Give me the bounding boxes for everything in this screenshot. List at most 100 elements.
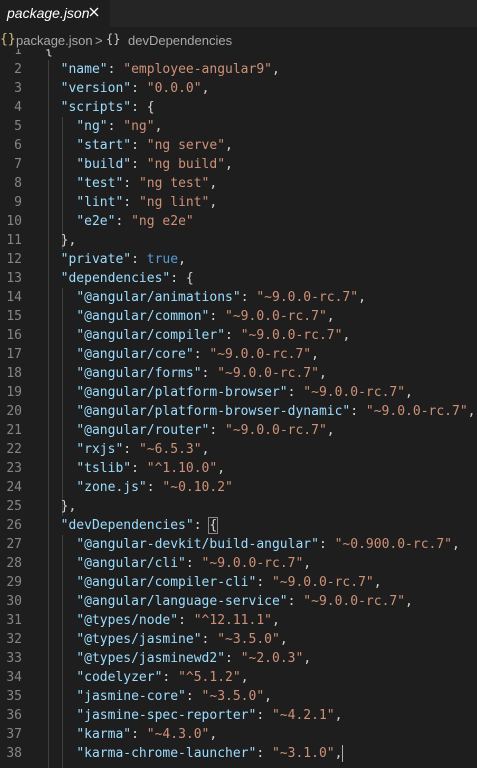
code-line[interactable]: 6 "start": "ng serve", <box>0 136 477 155</box>
code-line[interactable]: 11 }, <box>0 231 477 250</box>
code-token: : <box>240 290 257 305</box>
close-icon[interactable] <box>86 4 102 20</box>
line-number: 27 <box>6 537 22 552</box>
code-token: "~4.3.0" <box>146 727 210 742</box>
line-code: "e2e": "ng e2e" <box>45 212 193 231</box>
code-line[interactable]: 12 "private": true, <box>0 250 477 269</box>
code-token: , <box>318 366 327 381</box>
code-token: "^12.11.1" <box>193 613 272 628</box>
code-line[interactable]: 27 "@angular-devkit/build-angular": "~0.… <box>0 535 477 554</box>
code-line[interactable]: 15 "@angular/common": "~9.0.0-rc.7", <box>0 307 477 326</box>
code-token: "@angular/compiler" <box>76 328 226 343</box>
code-token: "0.0.0" <box>146 81 202 96</box>
code-token: : <box>193 518 210 533</box>
code-line[interactable]: 37 "karma": "~4.3.0", <box>0 725 477 744</box>
code-line[interactable]: 26 "devDependencies": { <box>0 516 477 535</box>
code-token: : <box>123 195 139 210</box>
code-token: , <box>225 157 233 172</box>
code-line[interactable]: 2 "name": "employee-angular9", <box>0 60 477 79</box>
code-token: , <box>201 81 210 96</box>
code-line[interactable]: 33 "@types/jasminewd2": "~2.0.3", <box>0 649 477 668</box>
code-token: , <box>342 328 351 343</box>
code-line[interactable]: 38 "karma-chrome-launcher": "~3.1.0", <box>0 744 477 763</box>
code-token: : <box>225 328 241 343</box>
line-code: "private": true, <box>45 250 186 269</box>
line-code: "jasmine-core": "~3.5.0", <box>45 687 272 706</box>
code-token: true <box>146 252 179 267</box>
line-code: "@angular/animations": "~9.0.0-rc.7", <box>45 288 366 307</box>
code-line[interactable]: 13 "dependencies": { <box>0 269 477 288</box>
code-token: "~9.0.0-rc.7" <box>303 385 406 400</box>
code-line[interactable]: 8 "test": "ng test", <box>0 174 477 193</box>
code-token: "~9.0.0-rc.7" <box>201 556 304 571</box>
breadcrumb-symbol[interactable]: devDependencies <box>128 33 232 48</box>
code-line[interactable]: 29 "@angular/compiler-cli": "~9.0.0-rc.7… <box>0 573 477 592</box>
code-line[interactable]: 4 "scripts": { <box>0 98 477 117</box>
line-number: 25 <box>6 499 22 514</box>
line-code: "@angular/core": "~9.0.0-rc.7", <box>45 345 319 364</box>
code-token: , <box>217 461 226 476</box>
code-line[interactable]: 31 "@types/node": "^12.11.1", <box>0 611 477 630</box>
code-line[interactable]: 9 "lint": "ng lint", <box>0 193 477 212</box>
code-token: "@angular/common" <box>76 309 210 324</box>
line-code: "rxjs": "~6.5.3", <box>45 440 209 459</box>
code-token: "lint" <box>76 195 124 210</box>
code-token: "ng test" <box>138 176 210 191</box>
line-number: 35 <box>6 689 22 704</box>
code-line[interactable]: 24 "zone.js": "~0.10.2" <box>0 478 477 497</box>
code-line[interactable]: 21 "@angular/router": "~9.0.0-rc.7", <box>0 421 477 440</box>
code-token: : <box>131 252 147 267</box>
code-line[interactable]: 25 }, <box>0 497 477 516</box>
code-line[interactable]: 16 "@angular/compiler": "~9.0.0-rc.7", <box>0 326 477 345</box>
code-line[interactable]: 10 "e2e": "ng e2e" <box>0 212 477 231</box>
line-number: 23 <box>6 461 22 476</box>
code-line[interactable]: 7 "build": "ng build", <box>0 155 477 174</box>
code-token: "test" <box>76 176 124 191</box>
code-token: "~9.0.0-rc.7" <box>365 404 468 419</box>
code-token: "ng lint" <box>138 195 210 210</box>
code-line[interactable]: 22 "rxjs": "~6.5.3", <box>0 440 477 459</box>
code-line[interactable]: 36 "jasmine-spec-reporter": "~4.2.1", <box>0 706 477 725</box>
breadcrumb-file[interactable]: package.json <box>16 33 93 48</box>
code-token: : <box>131 157 147 172</box>
code-token: "@angular/animations" <box>76 290 241 305</box>
code-token: : <box>185 556 202 571</box>
line-number: 24 <box>6 480 22 495</box>
code-editor[interactable]: 1{2 "name": "employee-angular9", 3 "versi… <box>0 49 477 768</box>
line-code: "test": "ng test", <box>45 174 217 193</box>
code-line[interactable]: 5 "ng": "ng", <box>0 117 477 136</box>
code-token: : <box>185 689 202 704</box>
code-line[interactable]: 14 "@angular/animations": "~9.0.0-rc.7", <box>0 288 477 307</box>
code-line[interactable]: 35 "jasmine-core": "~3.5.0", <box>0 687 477 706</box>
tab-package-json[interactable]: package.json <box>0 0 111 27</box>
line-code: "@angular/compiler": "~9.0.0-rc.7", <box>45 326 350 345</box>
code-line[interactable]: 3 "version": "0.0.0", <box>0 79 477 98</box>
code-token: "@angular/compiler-cli" <box>76 575 257 590</box>
code-line[interactable]: 20 "@angular/platform-browser-dynamic": … <box>0 402 477 421</box>
code-line[interactable]: 32 "@types/jasmine": "~3.5.0", <box>0 630 477 649</box>
code-line[interactable]: 18 "@angular/forms": "~9.0.0-rc.7", <box>0 364 477 383</box>
line-code: "@angular/language-service": "~9.0.0-rc.… <box>45 592 413 611</box>
code-line[interactable]: 1{ <box>0 49 477 60</box>
code-line[interactable]: 23 "tslib": "^1.10.0", <box>0 459 477 478</box>
code-line[interactable]: 28 "@angular/cli": "~9.0.0-rc.7", <box>0 554 477 573</box>
line-number: 33 <box>6 651 22 666</box>
code-line[interactable]: 19 "@angular/platform-browser": "~9.0.0-… <box>0 383 477 402</box>
matched-bracket: { <box>208 517 219 534</box>
code-token: : <box>131 461 147 476</box>
code-line[interactable]: 30 "@angular/language-service": "~9.0.0-… <box>0 592 477 611</box>
code-token: "name" <box>60 62 108 77</box>
line-code: }, <box>45 231 77 250</box>
code-line[interactable]: 34 "codelyzer": "^5.1.2", <box>0 668 477 687</box>
code-line[interactable]: 17 "@angular/core": "~9.0.0-rc.7", <box>0 345 477 364</box>
